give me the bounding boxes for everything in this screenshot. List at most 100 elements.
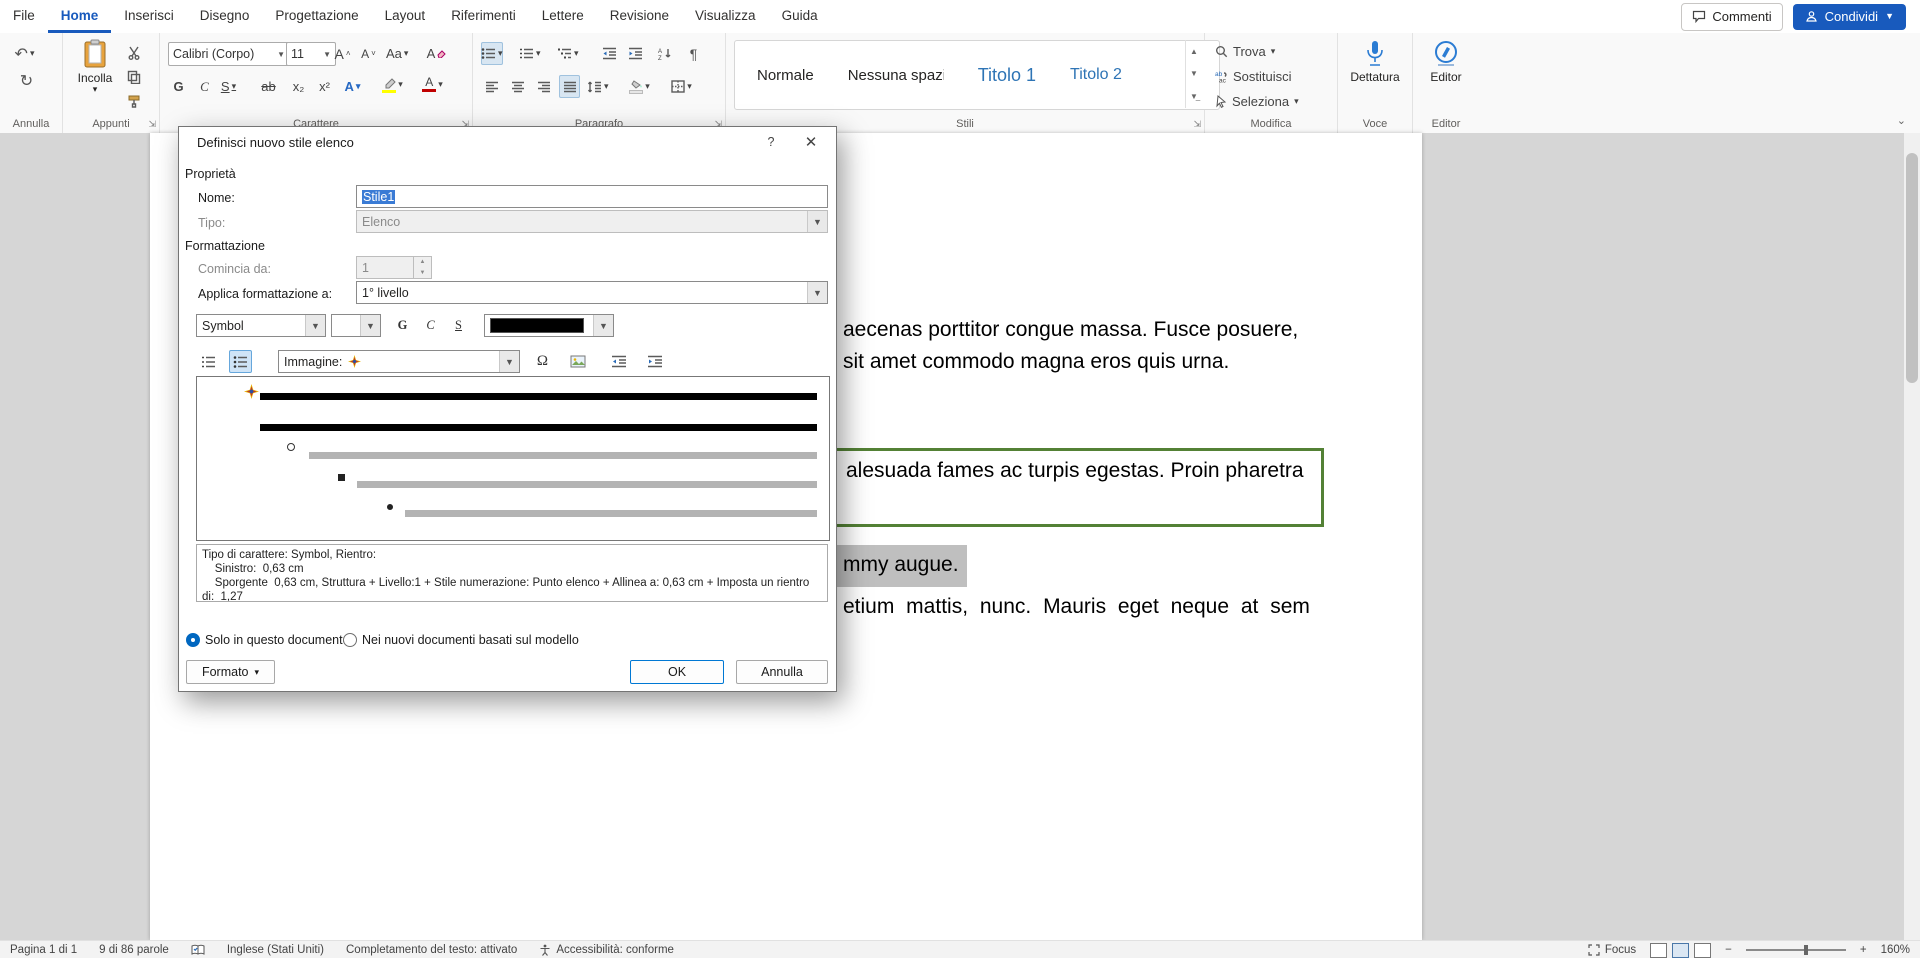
dictate-button[interactable]: Dettatura	[1338, 39, 1412, 84]
tab-progettazione[interactable]: Progettazione	[262, 0, 371, 33]
comments-button[interactable]: Commenti	[1681, 3, 1782, 31]
redo-button[interactable]: ↻	[16, 69, 37, 92]
gallery-more-icon[interactable]: ▼̲	[1190, 92, 1198, 101]
style-gallery-scroll[interactable]: ▲ ▼ ▼̲	[1185, 40, 1202, 108]
align-center-button[interactable]	[507, 75, 528, 98]
shading-button[interactable]: ▾	[629, 75, 650, 98]
style-nessuna-spaziatura[interactable]: Nessuna spaziatura	[848, 67, 944, 84]
decrease-indent-button[interactable]	[599, 42, 620, 65]
editor-button[interactable]: Editor	[1413, 39, 1479, 84]
ok-button[interactable]: OK	[630, 660, 724, 684]
bullet-font-combo[interactable]: Symbol ▼	[196, 314, 326, 337]
tab-visualizza[interactable]: Visualizza	[682, 0, 769, 33]
clear-formatting-button[interactable]: A	[426, 42, 447, 65]
bullet-style-button[interactable]	[229, 350, 252, 373]
format-painter-button[interactable]	[123, 89, 144, 112]
close-icon[interactable]: ✕	[794, 130, 828, 154]
nome-input[interactable]: Stile1	[356, 185, 828, 208]
numbering-style-button[interactable]	[197, 350, 220, 373]
highlight-color-button[interactable]: ▾	[382, 73, 403, 96]
immagine-dropdown[interactable]: Immagine: ▼	[278, 350, 520, 373]
italic-button[interactable]: C	[194, 75, 215, 98]
replace-button[interactable]: abac Sostituisci	[1215, 65, 1292, 88]
decrease-indent-button[interactable]	[607, 350, 630, 373]
font-name-combo[interactable]: Calibri (Corpo) ▼	[168, 42, 290, 66]
formato-button[interactable]: Formato ▾	[186, 660, 275, 684]
help-button[interactable]: ?	[754, 130, 788, 154]
find-button[interactable]: Trova ▾	[1215, 40, 1275, 63]
proofing-status[interactable]	[191, 944, 205, 956]
zoom-out-button[interactable]: −	[1725, 944, 1732, 956]
bold-button[interactable]: G	[168, 75, 189, 98]
tab-lettere[interactable]: Lettere	[529, 0, 597, 33]
read-mode-button[interactable]	[1650, 943, 1667, 958]
accessibility-status[interactable]: Accessibilità: conforme	[539, 944, 674, 956]
bullet-color-dropdown[interactable]: ▼	[484, 314, 614, 337]
align-left-button[interactable]	[481, 75, 502, 98]
style-titolo-2[interactable]: Titolo 2	[1070, 66, 1122, 84]
tab-layout[interactable]: Layout	[372, 0, 439, 33]
font-color-button[interactable]: A ▾	[422, 73, 443, 96]
zoom-in-button[interactable]: +	[1860, 944, 1867, 956]
dialog-italic-button[interactable]: C	[419, 314, 442, 337]
applica-dropdown[interactable]: 1° livello ▼	[356, 281, 828, 304]
tab-home[interactable]: Home	[48, 0, 112, 33]
text-effects-button[interactable]: A▾	[342, 75, 363, 98]
dialog-bold-button[interactable]: G	[391, 314, 414, 337]
bullets-button[interactable]: ▾	[481, 42, 503, 65]
numbering-button[interactable]: ▾	[519, 42, 541, 65]
dialog-underline-button[interactable]: S	[447, 314, 470, 337]
gallery-up-icon[interactable]: ▲	[1190, 47, 1198, 56]
scrollbar-thumb[interactable]	[1906, 153, 1918, 383]
share-button[interactable]: Condividi ▼	[1793, 4, 1906, 30]
cut-button[interactable]	[123, 41, 144, 64]
focus-mode-button[interactable]: Focus	[1588, 944, 1636, 956]
print-layout-button[interactable]	[1672, 943, 1689, 958]
increase-indent-button[interactable]	[625, 42, 646, 65]
tab-inserisci[interactable]: Inserisci	[111, 0, 187, 33]
style-normale[interactable]: Normale	[757, 67, 814, 84]
line-spacing-button[interactable]: ▾	[587, 75, 609, 98]
bullet-size-combo[interactable]: ▼	[331, 314, 381, 337]
show-paragraph-marks-button[interactable]: ¶	[683, 42, 704, 65]
tab-revisione[interactable]: Revisione	[597, 0, 682, 33]
insert-picture-button[interactable]	[566, 350, 589, 373]
insert-symbol-button[interactable]: Ω	[531, 350, 554, 373]
radio-new-documents[interactable]	[343, 633, 357, 647]
copy-button[interactable]	[123, 65, 144, 88]
dialog-titlebar[interactable]: Definisci nuovo stile elenco	[179, 127, 836, 157]
radio-only-this-document[interactable]	[186, 633, 200, 647]
increase-indent-button[interactable]	[643, 350, 666, 373]
word-count[interactable]: 9 di 86 parole	[99, 944, 169, 956]
font-size-combo[interactable]: 11 ▼	[286, 42, 336, 66]
shrink-font-button[interactable]: A˅	[358, 42, 379, 65]
vertical-scrollbar[interactable]	[1904, 133, 1920, 940]
page-indicator[interactable]: Pagina 1 di 1	[10, 944, 77, 956]
web-layout-button[interactable]	[1694, 943, 1711, 958]
zoom-level[interactable]: 160%	[1881, 944, 1910, 956]
undo-button[interactable]: ↶▾	[14, 42, 35, 65]
multilevel-list-button[interactable]: ▾	[557, 42, 579, 65]
cancel-button[interactable]: Annulla	[736, 660, 828, 684]
paste-button[interactable]: Incolla ▾	[73, 39, 117, 111]
sort-button[interactable]: AZ	[655, 42, 676, 65]
tab-guida[interactable]: Guida	[769, 0, 831, 33]
borders-button[interactable]: ▾	[671, 75, 692, 98]
zoom-slider[interactable]	[1746, 949, 1846, 951]
tab-riferimenti[interactable]: Riferimenti	[438, 0, 529, 33]
tab-disegno[interactable]: Disegno	[187, 0, 263, 33]
collapse-ribbon-icon[interactable]: ⌄	[1897, 114, 1906, 127]
tab-file[interactable]: File	[0, 0, 48, 33]
align-right-button[interactable]	[533, 75, 554, 98]
strikethrough-button[interactable]: ab	[258, 75, 279, 98]
change-case-button[interactable]: Aa▾	[386, 42, 408, 65]
superscript-button[interactable]: x²	[314, 75, 335, 98]
select-button[interactable]: Seleziona ▾	[1215, 90, 1299, 113]
underline-button[interactable]: S▾	[218, 75, 239, 98]
zoom-slider-thumb[interactable]	[1804, 945, 1808, 955]
justify-button[interactable]	[559, 75, 580, 98]
language-indicator[interactable]: Inglese (Stati Uniti)	[227, 944, 324, 956]
style-titolo-1[interactable]: Titolo 1	[978, 65, 1036, 86]
grow-font-button[interactable]: A˄	[332, 42, 353, 65]
text-prediction-indicator[interactable]: Completamento del testo: attivato	[346, 944, 517, 956]
